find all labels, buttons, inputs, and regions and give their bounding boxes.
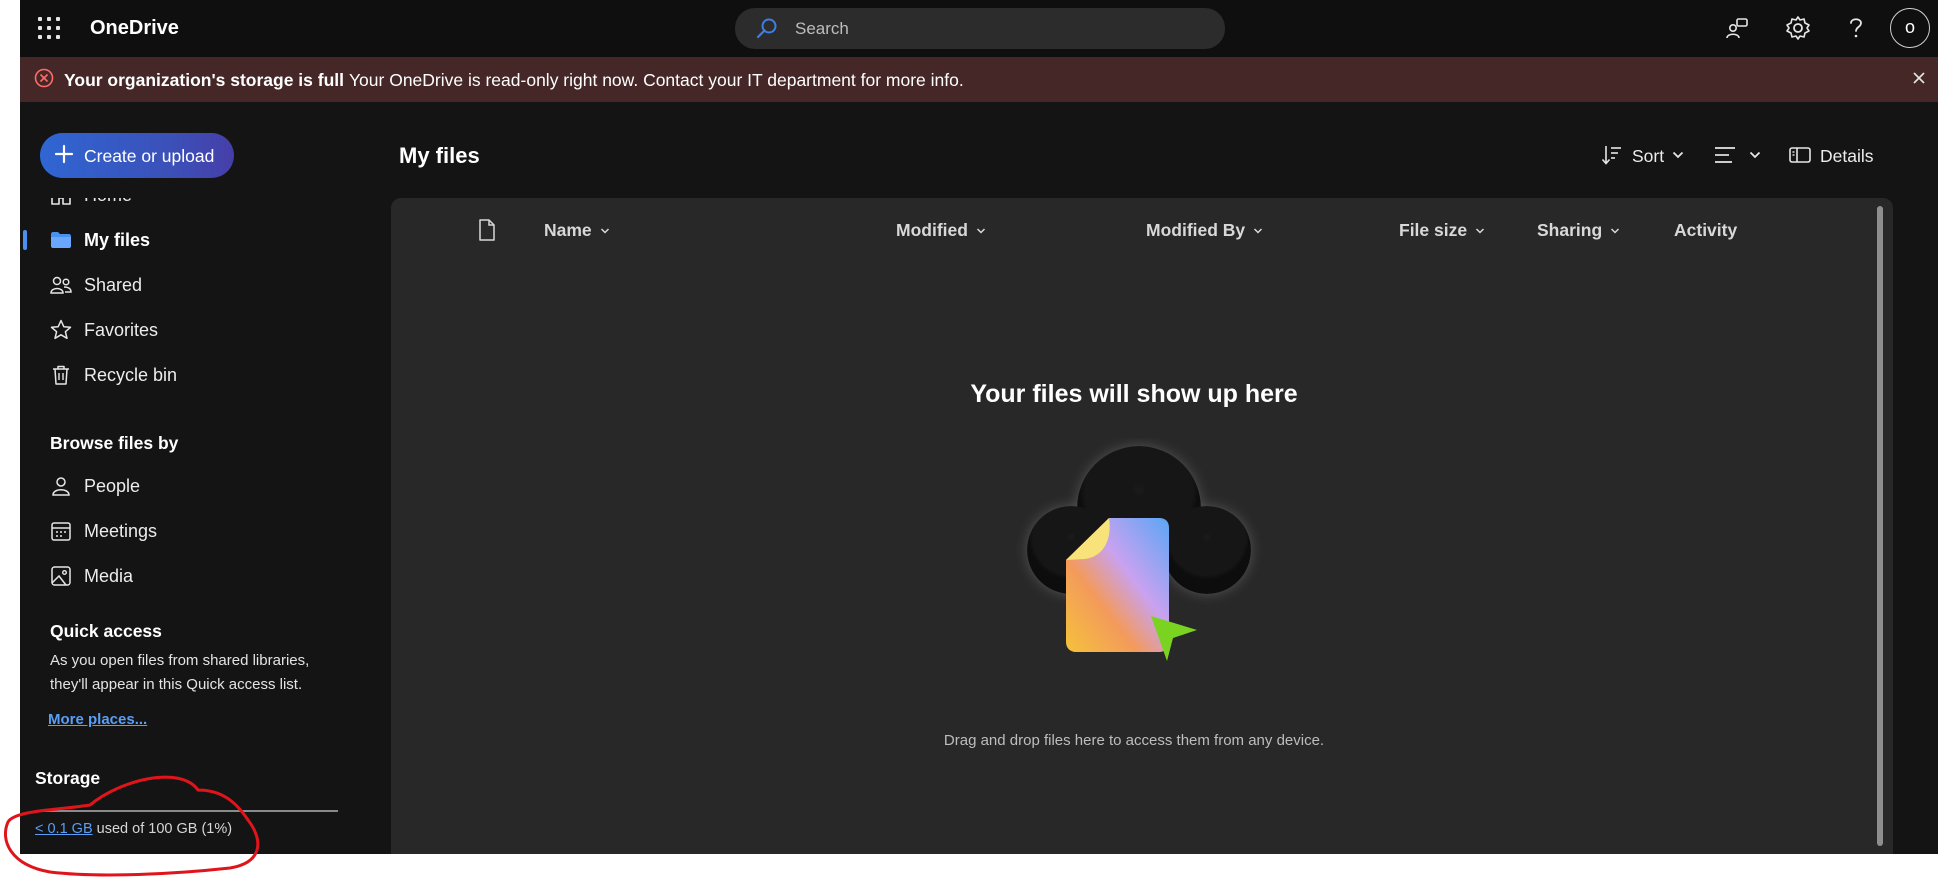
column-header-sharing[interactable]: Sharing: [1537, 220, 1620, 241]
error-circle-icon: [34, 68, 54, 88]
create-or-upload-button[interactable]: Create or upload: [40, 133, 234, 178]
plus-icon: [54, 144, 74, 164]
column-label: Modified By: [1146, 220, 1246, 240]
close-icon[interactable]: [1910, 69, 1928, 87]
chevron-down-icon: [1672, 151, 1684, 159]
nav-item-label: Media: [84, 566, 134, 586]
account-avatar[interactable]: o: [1890, 8, 1930, 48]
storage-used-link[interactable]: < 0.1 GB: [35, 821, 93, 837]
chevron-down-icon: [600, 228, 609, 234]
quick-access-heading: Quick access: [50, 621, 162, 641]
chevron-down-icon: [1476, 228, 1485, 234]
column-label: Modified: [896, 220, 968, 240]
folder-icon: [51, 232, 71, 248]
cloud-file-illustration: [1027, 446, 1251, 661]
nav-item-meetings[interactable]: Meetings: [20, 511, 360, 551]
empty-state-title: Your files will show up here: [970, 380, 1298, 408]
chevron-down-icon: [976, 228, 985, 234]
chevron-down-icon: [1749, 151, 1761, 159]
nav-item-my-files[interactable]: My files: [20, 220, 360, 260]
nav-item-label: Shared: [84, 275, 143, 295]
details-pane-icon: [1789, 147, 1811, 163]
column-header-name[interactable]: Name: [544, 220, 610, 241]
storage-meter-fill: [35, 810, 39, 812]
view-options-button[interactable]: [1713, 140, 1765, 170]
app-title[interactable]: OneDrive: [90, 17, 179, 40]
onedrive-window: OneDrive Search o Your organization's st…: [20, 0, 1938, 854]
nav-item-home[interactable]: Home: [20, 198, 360, 215]
help-icon[interactable]: [1842, 14, 1870, 42]
nav-item-label: Favorites: [84, 320, 159, 340]
vertical-scrollbar[interactable]: [1877, 206, 1883, 846]
column-header-modified[interactable]: Modified: [896, 220, 986, 241]
file-type-icon: [479, 219, 495, 241]
nav-item-favorites[interactable]: Favorites: [20, 310, 360, 350]
create-label: Create or upload: [84, 146, 215, 166]
nav-item-label: People: [84, 476, 141, 496]
home-icon: [51, 198, 71, 205]
selected-indicator: [23, 230, 27, 250]
storage-heading: Storage: [35, 768, 101, 788]
column-label: File size: [1399, 220, 1468, 240]
person-icon: [52, 477, 70, 496]
details-label: Details: [1820, 146, 1874, 166]
nav-item-people[interactable]: People: [20, 466, 360, 506]
app-launcher-icon[interactable]: [38, 17, 60, 39]
banner-body: Your OneDrive is read-only right now. Co…: [348, 70, 964, 90]
nav-item-label: Meetings: [84, 521, 158, 541]
details-button[interactable]: Details: [1788, 140, 1908, 170]
storage-total-text: used of 100 GB (1%): [96, 821, 233, 837]
sort-label: Sort: [1632, 146, 1665, 166]
people-icon: [50, 276, 72, 294]
more-places-link[interactable]: More places...: [48, 711, 147, 728]
star-icon: [50, 319, 72, 340]
nav-item-label: Home: [84, 198, 132, 206]
trash-icon: [53, 365, 69, 385]
column-label: Sharing: [1537, 220, 1603, 240]
sort-icon: [1601, 146, 1621, 165]
search-box[interactable]: Search: [735, 8, 1225, 49]
list-view-icon: [1715, 147, 1735, 163]
banner-title: Your organization's storage is full: [64, 70, 344, 90]
column-header-activity[interactable]: Activity: [1674, 220, 1737, 241]
quick-access-description: As you open files from shared libraries,…: [50, 652, 310, 693]
column-label: Name: [544, 220, 592, 240]
top-bar: OneDrive Search o: [20, 0, 1938, 57]
column-header-file-size[interactable]: File size: [1399, 220, 1485, 241]
chevron-down-icon: [1254, 228, 1263, 234]
nav-item-recycle-bin[interactable]: Recycle bin: [20, 355, 360, 395]
storage-usage-text: < 0.1 GB used of 100 GB (1%): [35, 821, 232, 837]
nav-item-label: My files: [84, 230, 151, 250]
column-label: Activity: [1674, 220, 1738, 240]
nav-item-media[interactable]: Media: [20, 556, 360, 596]
banner-message: Your organization's storage is full Your …: [64, 70, 964, 91]
left-navigation: Home Create or upload My files: [20, 102, 380, 854]
storage-full-banner: Your organization's storage is full Your …: [20, 57, 1938, 102]
browse-files-heading: Browse files by: [50, 433, 179, 453]
image-icon: [51, 566, 71, 586]
page-title: My files: [399, 143, 480, 168]
sort-button[interactable]: Sort: [1600, 140, 1688, 170]
storage-meter: [35, 810, 338, 812]
nav-item-shared[interactable]: Shared: [20, 265, 360, 305]
column-header-modified-by[interactable]: Modified By: [1146, 220, 1263, 241]
feedback-icon[interactable]: [1724, 14, 1752, 42]
nav-item-label: Recycle bin: [84, 365, 178, 385]
empty-state-subtitle: Drag and drop files here to access them …: [943, 732, 1325, 749]
calendar-icon: [51, 522, 71, 541]
gear-icon[interactable]: [1784, 14, 1812, 42]
file-list-panel: Name Modified Modified By File size Shar…: [391, 198, 1893, 854]
search-placeholder: Search: [795, 19, 849, 38]
search-icon: [756, 18, 777, 39]
chevron-down-icon: [1611, 228, 1620, 234]
